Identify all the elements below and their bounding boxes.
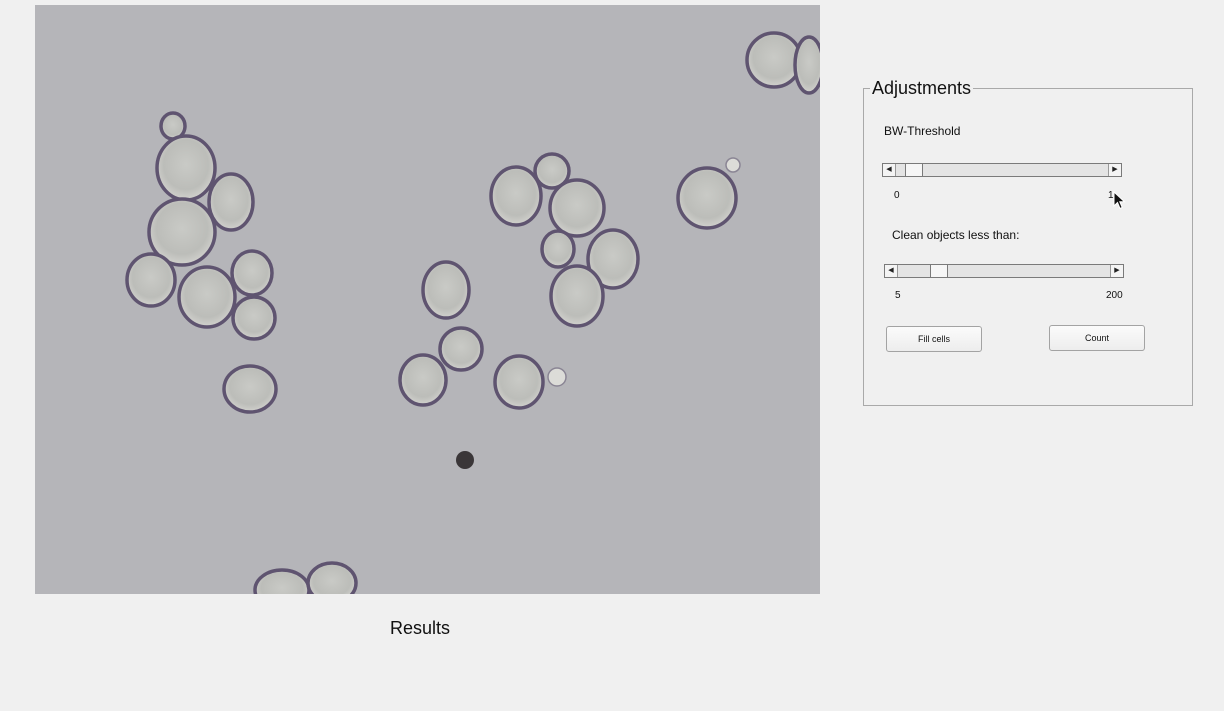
yeast-bud: [547, 367, 567, 387]
microscopy-image: [35, 5, 820, 594]
yeast-cell: [549, 264, 605, 328]
results-label: Results: [390, 618, 451, 638]
yeast-cell: [398, 353, 448, 407]
app-window: Results Adjustments BW-Threshold ◀ ▶ 0 1…: [0, 0, 1224, 711]
fill-cells-button[interactable]: Fill cells: [886, 326, 982, 352]
yeast-cell: [745, 31, 803, 89]
yeast-cell: [793, 35, 820, 95]
adjustments-title: Adjustments: [870, 78, 974, 99]
yeast-cell: [222, 364, 278, 414]
yeast-cell: [207, 172, 255, 232]
bw-threshold-slider[interactable]: ◀ ▶: [882, 163, 1122, 177]
slider-left-arrow-icon[interactable]: ◀: [885, 265, 898, 277]
yeast-cell: [253, 568, 311, 594]
yeast-cell: [125, 252, 177, 308]
slider-thumb[interactable]: [905, 164, 923, 176]
yeast-cell: [438, 326, 484, 372]
clean-objects-slider[interactable]: ◀ ▶: [884, 264, 1124, 278]
image-viewer: [35, 5, 820, 594]
yeast-cell: [155, 134, 217, 202]
mouse-pointer-icon: [1113, 191, 1126, 210]
yeast-cell: [177, 265, 237, 329]
yeast-cell: [421, 260, 471, 320]
clean-objects-label: Clean objects less than:: [892, 228, 1020, 242]
clean-objects-max-label: 200: [1106, 290, 1123, 301]
slider-left-arrow-icon[interactable]: ◀: [883, 164, 896, 176]
slider-right-arrow-icon[interactable]: ▶: [1110, 265, 1123, 277]
yeast-cell: [489, 165, 543, 227]
yeast-bud: [725, 157, 741, 173]
yeast-cell: [493, 354, 545, 410]
slider-right-arrow-icon[interactable]: ▶: [1108, 164, 1121, 176]
yeast-cell: [540, 229, 576, 269]
slider-thumb[interactable]: [930, 265, 948, 277]
yeast-cell: [548, 178, 606, 238]
bw-threshold-min-label: 0: [894, 190, 900, 201]
clean-objects-min-label: 5: [895, 290, 901, 301]
yeast-cell: [231, 295, 277, 341]
yeast-cell: [230, 249, 274, 297]
yeast-cell: [676, 166, 738, 230]
bw-threshold-label: BW-Threshold: [884, 124, 961, 138]
yeast-cell: [306, 561, 358, 594]
count-button[interactable]: Count: [1049, 325, 1145, 351]
